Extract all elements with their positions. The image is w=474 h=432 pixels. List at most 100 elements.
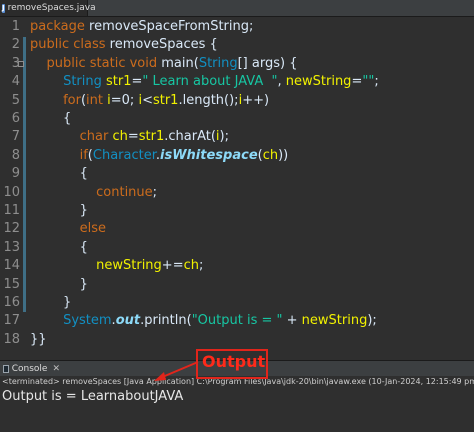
console-output-area[interactable]: Output is = LearnaboutJAVA: [0, 388, 474, 432]
code-text: }}: [30, 331, 47, 349]
code-text: {: [30, 110, 71, 128]
code-token: ;: [374, 74, 379, 90]
code-token: {: [209, 37, 218, 53]
code-token: " Learn about JAVA ": [142, 74, 278, 90]
code-line[interactable]: 14 newString+=ch;: [0, 257, 474, 275]
code-token: System: [63, 313, 112, 329]
editor-tab-removespaces[interactable]: J removeSpaces.java: [0, 0, 96, 16]
line-number: 12: [3, 221, 20, 237]
code-token: out: [115, 313, 141, 329]
line-number: 5: [11, 92, 20, 108]
line-number: 8: [11, 147, 20, 163]
code-line[interactable]: 15 }: [0, 276, 474, 294]
code-text: }: [30, 202, 88, 220]
code-editor[interactable]: 1 package removeSpaceFromString; 2 public c…: [0, 17, 474, 352]
line-number: 3: [11, 55, 20, 71]
console-output-text: Output is = LearnaboutJAVA: [2, 389, 184, 404]
code-text: }: [30, 294, 71, 312]
fold-toggle-icon[interactable]: [18, 60, 24, 67]
line-number: 10: [3, 184, 20, 200]
code-line[interactable]: 4 String str1=" Learn about JAVA ", newS…: [0, 73, 474, 91]
code-token: =: [131, 74, 143, 90]
code-token: 0;: [121, 92, 139, 108]
code-token: {: [30, 166, 88, 182]
code-token: else: [79, 221, 106, 237]
line-number: 11: [3, 203, 20, 218]
line-number: 4: [11, 74, 20, 90]
code-token: =: [351, 74, 363, 90]
code-line[interactable]: 3 public static void main(String[] args)…: [0, 55, 474, 73]
code-text: }: [30, 276, 88, 294]
editor-tab-label: removeSpaces.java: [7, 3, 96, 13]
line-number: 16: [3, 295, 20, 310]
code-token: [] args) {: [237, 55, 298, 71]
code-token: newString: [301, 313, 368, 329]
code-line[interactable]: 8 if(Character.isWhitespace(ch)): [0, 147, 474, 165]
editor-tabbar: J removeSpaces.java: [0, 0, 474, 17]
code-token: str1: [138, 129, 165, 145]
code-token: for: [63, 92, 81, 108]
code-line[interactable]: 5 for(int i=0; i<str1.length();i++): [0, 92, 474, 110]
code-line[interactable]: 9 {: [0, 165, 474, 183]
code-line[interactable]: 12 else: [0, 220, 474, 238]
code-text: String str1=" Learn about JAVA ", newStr…: [30, 73, 379, 91]
code-line[interactable]: 11 }: [0, 202, 474, 220]
code-token: removeSpaceFromString;: [89, 19, 254, 34]
code-text: public class removeSpaces {: [30, 36, 218, 54]
code-token: =: [127, 129, 139, 145]
java-file-icon: J: [2, 3, 5, 13]
code-line[interactable]: 17 System.out.println("Output is = " + n…: [0, 312, 474, 330]
code-text: newString+=ch;: [30, 257, 203, 275]
code-token: }}: [30, 331, 47, 347]
code-text: System.out.println("Output is = " + newS…: [30, 312, 377, 330]
code-line[interactable]: 1 package removeSpaceFromString;: [0, 18, 474, 36]
code-line[interactable]: 13 {: [0, 239, 474, 257]
code-token: }: [30, 203, 88, 218]
code-token: );: [367, 313, 377, 329]
code-token: public static void: [46, 55, 162, 71]
code-line[interactable]: 6 {: [0, 110, 474, 128]
code-text: public static void main(String[] args) {: [30, 55, 298, 73]
code-token: newString: [96, 258, 162, 274]
code-line[interactable]: 18}}: [0, 331, 474, 349]
code-token: public class: [30, 37, 110, 53]
code-token: "": [362, 74, 375, 90]
code-token: int: [86, 92, 108, 108]
code-token: char: [79, 129, 113, 145]
code-token: if: [79, 147, 88, 163]
code-token: .charAt(: [164, 129, 216, 145]
line-number: 18: [3, 331, 20, 347]
code-token: );: [219, 129, 229, 145]
code-line[interactable]: 2 public class removeSpaces {: [0, 36, 474, 54]
line-number: 6: [11, 111, 20, 126]
line-number: 14: [3, 258, 20, 274]
code-line[interactable]: 16 }: [0, 294, 474, 312]
tab-console[interactable]: Console ✕: [0, 361, 60, 377]
code-token: str1: [106, 74, 132, 90]
code-token: String: [63, 74, 106, 90]
code-token: main(: [161, 55, 199, 71]
code-token: .length();: [178, 92, 239, 108]
code-token: }: [30, 276, 88, 292]
code-token: str1: [152, 92, 179, 108]
code-token: isWhitespace: [160, 147, 258, 163]
code-token: "Output is = ": [191, 313, 283, 329]
close-icon[interactable]: ✕: [52, 364, 60, 374]
code-token: )): [278, 147, 289, 163]
console-tab-label: Console: [11, 364, 48, 374]
code-line[interactable]: 10 continue;: [0, 184, 474, 202]
code-text: {: [30, 165, 88, 183]
code-token: {: [30, 239, 88, 255]
line-number: 13: [3, 239, 20, 255]
code-line[interactable]: 7 char ch=str1.charAt(i);: [0, 128, 474, 146]
line-number: 15: [3, 276, 20, 292]
code-token: continue: [96, 184, 153, 200]
